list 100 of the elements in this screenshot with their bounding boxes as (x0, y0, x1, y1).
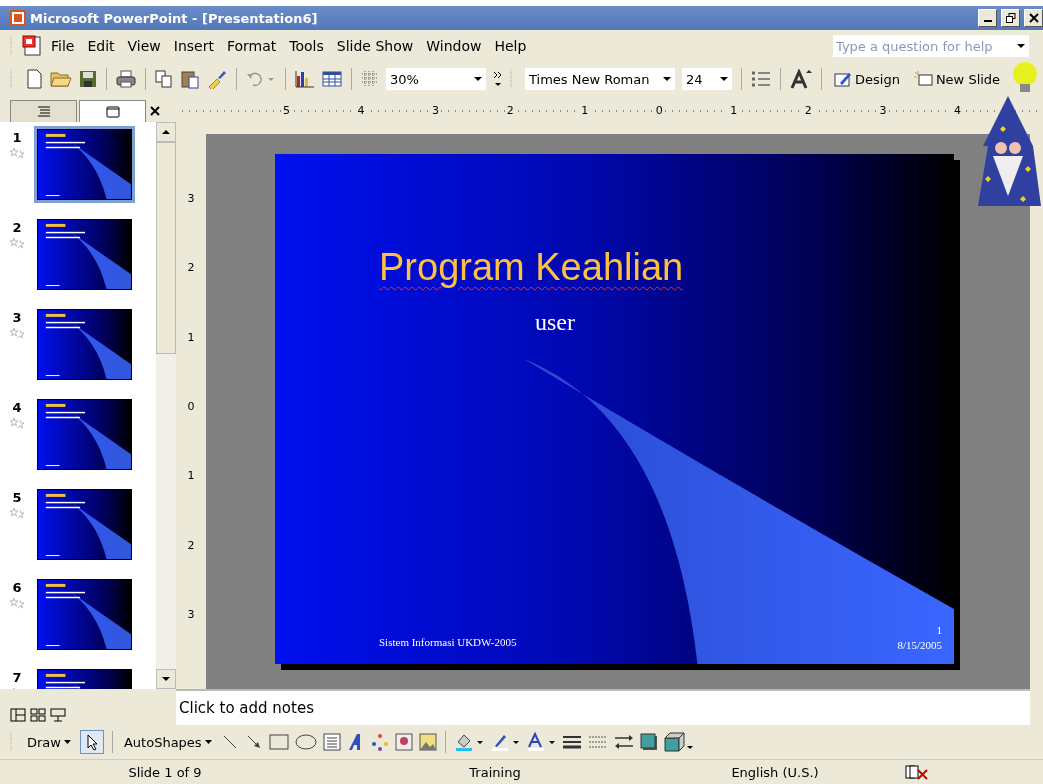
caret-icon (63, 740, 71, 744)
slide-thumbnail[interactable] (34, 396, 135, 473)
slide-thumbnail[interactable] (34, 126, 135, 203)
toolbar-handle[interactable] (10, 731, 14, 753)
bullet-list-icon[interactable] (751, 71, 771, 87)
brush-icon[interactable] (207, 69, 227, 89)
new-document-icon[interactable] (25, 69, 43, 89)
copy-icon[interactable] (155, 70, 173, 88)
window-title: Microsoft PowerPoint - [Presentation6] (30, 10, 318, 26)
shadow-icon[interactable] (639, 733, 658, 751)
ruler-label: 3 (877, 103, 889, 117)
close-button[interactable] (1024, 9, 1043, 27)
oval-icon[interactable] (294, 733, 317, 751)
menu-item[interactable]: View (122, 38, 166, 54)
outline-icon (36, 105, 51, 118)
ruler-label: 1 (579, 103, 591, 117)
slide-subtitle[interactable]: user (535, 309, 575, 336)
status-slide-count: Slide 1 of 9 (127, 764, 203, 780)
caret-icon (204, 740, 212, 744)
ruler-label: 3 (187, 192, 195, 206)
ruler-label: 0 (653, 103, 665, 117)
slide-number: 5 (12, 490, 22, 505)
3d-box-icon[interactable] (663, 732, 694, 752)
ruler-label: 1 (728, 103, 740, 117)
printer-icon[interactable] (116, 70, 136, 88)
font-dropdown[interactable]: Times New Roman (525, 68, 675, 90)
table-icon[interactable] (322, 71, 342, 87)
slide-thumbnail[interactable] (34, 486, 135, 563)
caret-icon (663, 76, 671, 82)
text-box-icon[interactable] (322, 733, 341, 751)
slide-title[interactable]: Program Keahlian (379, 246, 684, 289)
slide-sorter-icon[interactable] (30, 708, 46, 722)
star-icon (10, 507, 24, 519)
arrow-style-icon[interactable] (613, 733, 634, 751)
picture-icon[interactable] (418, 733, 437, 751)
scrollbar[interactable] (156, 122, 176, 689)
slide-number: 3 (12, 310, 22, 325)
bar-chart-icon[interactable] (295, 70, 315, 88)
font-size-dropdown[interactable]: 24 (682, 68, 732, 90)
clip-art-icon[interactable] (394, 733, 413, 751)
design-button[interactable]: Design (831, 69, 903, 89)
ruler-label: 2 (802, 103, 814, 117)
grid-icon[interactable] (361, 70, 379, 88)
menu-item[interactable]: Tools (284, 38, 329, 54)
notes-field[interactable]: Click to add notes (176, 689, 1030, 725)
scroll-down-icon[interactable] (162, 676, 170, 682)
pointer-icon[interactable] (79, 730, 104, 754)
zoom-dropdown[interactable]: 30% (386, 68, 486, 90)
ruler-label: 4 (355, 103, 367, 117)
slide-number: 2 (12, 220, 22, 235)
close-icon[interactable] (150, 106, 160, 116)
slide-thumbnail[interactable] (34, 216, 135, 293)
clipboard-icon[interactable] (180, 69, 200, 89)
spelling-error-icon (904, 764, 930, 780)
diagram-icon[interactable] (370, 733, 389, 751)
ruler-label: 0 (187, 400, 195, 413)
app-icon (10, 10, 26, 26)
document-icon[interactable] (21, 35, 43, 57)
slide-thumbnail[interactable] (34, 306, 135, 383)
minimize-button[interactable] (978, 9, 997, 27)
menu-item[interactable]: Window (421, 38, 487, 54)
draw-menu-button[interactable]: Draw (24, 732, 74, 752)
ruler-label: 2 (504, 103, 516, 117)
menu-item[interactable]: Edit (82, 38, 120, 54)
restore-button[interactable] (1001, 9, 1020, 27)
menu-item[interactable]: Format (221, 38, 282, 54)
menu-item[interactable]: Help (489, 38, 532, 54)
fill-color-icon[interactable] (453, 732, 484, 752)
line-color-icon[interactable] (489, 732, 520, 752)
outline-tab[interactable] (10, 100, 78, 122)
slides-tab[interactable] (79, 100, 147, 122)
new-slide-button[interactable]: New Slide (909, 69, 1004, 89)
menu-item[interactable]: Insert (168, 38, 219, 54)
status-design-name: Training (468, 764, 522, 780)
menu-item[interactable]: Slide Show (331, 38, 419, 54)
toolbar-handle[interactable] (510, 68, 514, 90)
toolbar-handle[interactable] (10, 35, 14, 57)
slide-number: 4 (12, 400, 22, 415)
folder-icon[interactable] (50, 70, 72, 88)
star-icon (10, 237, 24, 249)
toolbar-handle[interactable] (10, 68, 14, 90)
font-color-icon[interactable] (525, 732, 556, 752)
autoshapes-menu-button[interactable]: AutoShapes (120, 732, 215, 752)
slide-show-icon[interactable] (50, 708, 66, 722)
ruler-label: 2 (187, 261, 195, 275)
caret-icon (720, 76, 728, 82)
normal-view-icon[interactable] (10, 708, 26, 722)
scroll-up-icon[interactable] (162, 129, 170, 135)
star-icon (10, 417, 24, 429)
ruler-label: 2 (187, 538, 195, 552)
line-style-icon[interactable] (561, 734, 582, 750)
slide-footer: Sistem Informasi UKDW-2005 (379, 636, 517, 648)
chevron-icon[interactable] (493, 70, 503, 88)
help-search-field[interactable]: Type a question for help (833, 35, 1029, 57)
ruler-label: 1 (187, 469, 195, 483)
star-icon (10, 147, 24, 159)
slide-thumbnail[interactable] (34, 576, 135, 653)
menu-item[interactable]: File (46, 38, 80, 54)
increase-font-icon[interactable] (790, 69, 812, 89)
slide-number: 7 (12, 670, 22, 685)
